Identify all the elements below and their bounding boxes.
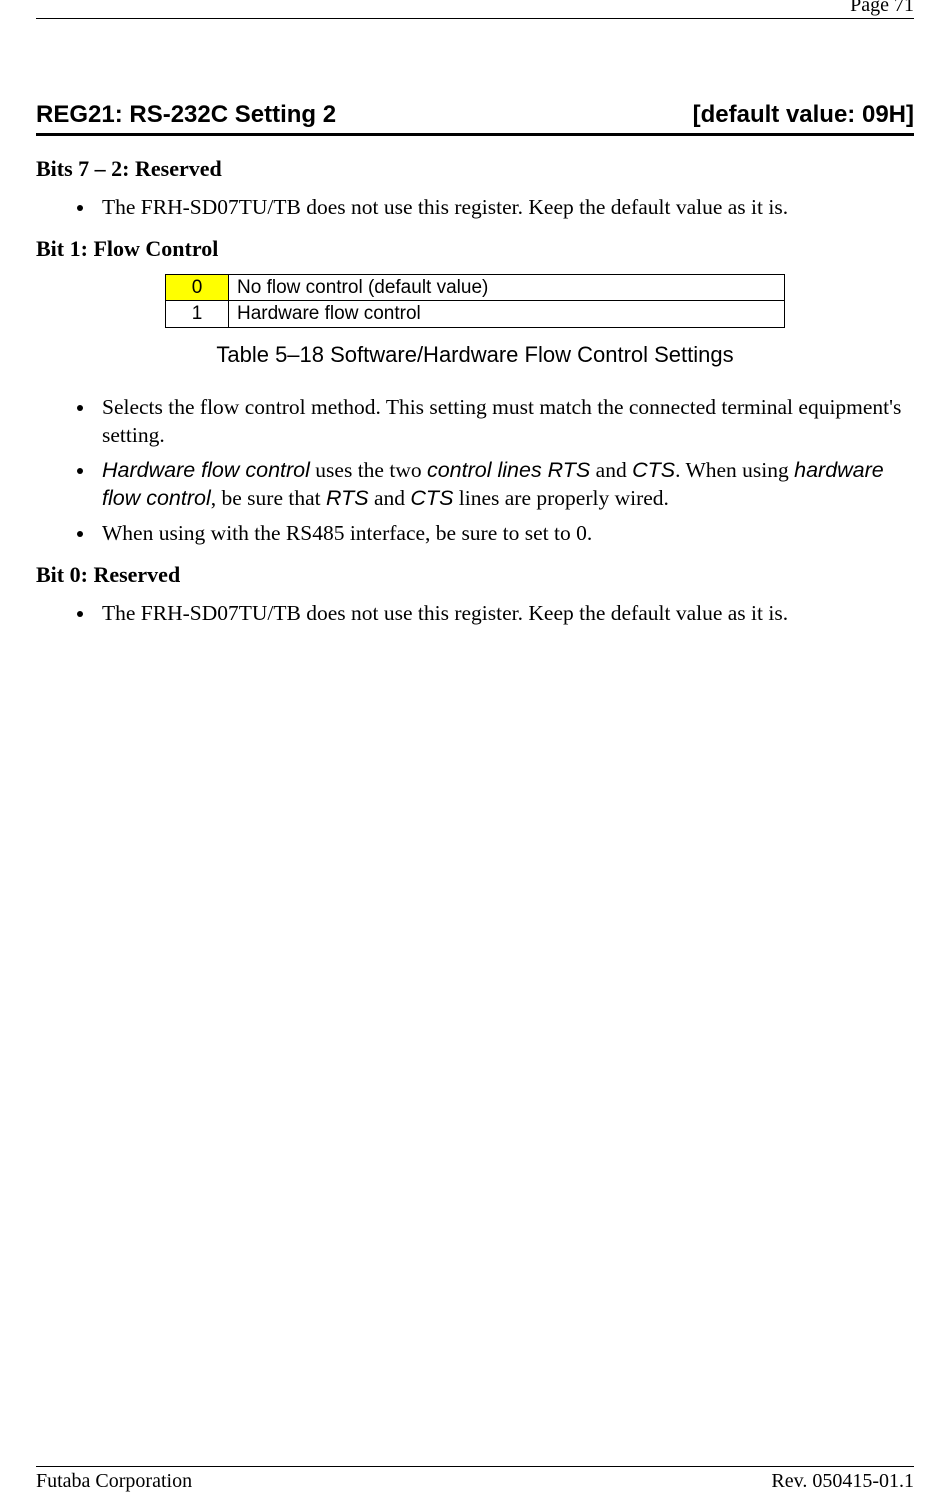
text-run: . When using [675,458,794,482]
text-run: and [369,486,411,510]
table-cell-code: 0 [166,274,229,301]
bullet-list-3: The FRH-SD07TU/TB does not use this regi… [36,600,914,628]
page-footer: Futaba Corporation Rev. 050415-01.1 [36,1466,914,1493]
italic-term: Hardware flow control [102,458,310,482]
text-run: , be sure that [211,486,326,510]
text-run: lines are properly wired. [453,486,669,510]
footer-right: Rev. 050415-01.1 [771,1470,914,1493]
section-header: REG21: RS-232C Setting 2 [default value:… [36,101,914,136]
table-cell-desc: No flow control (default value) [229,274,785,301]
subheading-bit1: Bit 1: Flow Control [36,236,914,262]
italic-term: control lines RTS [427,458,590,482]
table-cell-desc: Hardware flow control [229,301,785,328]
bullet-list-1: The FRH-SD07TU/TB does not use this regi… [36,194,914,222]
subheading-bit0: Bit 0: Reserved [36,562,914,588]
italic-term: RTS [326,486,369,510]
list-item: The FRH-SD07TU/TB does not use this regi… [96,600,914,628]
italic-term: CTS [632,458,675,482]
table-caption: Table 5–18 Software/Hardware Flow Contro… [36,342,914,368]
list-item: When using with the RS485 interface, be … [96,520,914,548]
text-run: and [590,458,632,482]
table-row: 1 Hardware flow control [166,301,785,328]
list-item: Selects the flow control method. This se… [96,394,914,449]
section-title-right: [default value: 09H] [693,101,914,129]
list-item: Hardware flow control uses the two contr… [96,457,914,512]
italic-term: CTS [410,486,453,510]
section-title-left: REG21: RS-232C Setting 2 [36,101,336,129]
list-item: The FRH-SD07TU/TB does not use this regi… [96,194,914,222]
table-row: 0 No flow control (default value) [166,274,785,301]
table-cell-code: 1 [166,301,229,328]
page: Page 71 REG21: RS-232C Setting 2 [defaul… [0,0,944,1509]
bullet-list-2: Selects the flow control method. This se… [36,394,914,548]
footer-left: Futaba Corporation [36,1470,192,1493]
text-run: uses the two [310,458,427,482]
flow-control-table: 0 No flow control (default value) 1 Hard… [165,274,785,329]
subheading-bits7-2: Bits 7 – 2: Reserved [36,156,914,182]
page-number: Page 71 [850,0,914,17]
content-area: REG21: RS-232C Setting 2 [default value:… [36,19,914,1466]
